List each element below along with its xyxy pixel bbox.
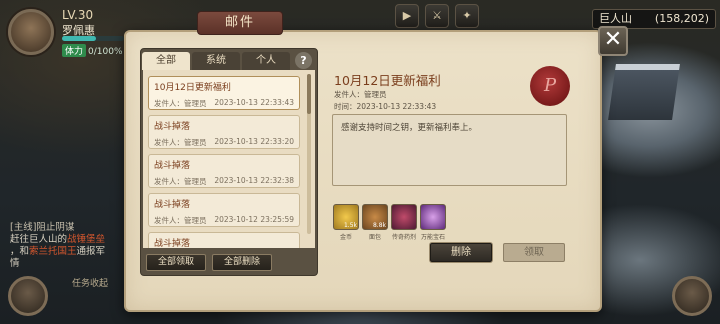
detail-time: 时间：2023-10-13 22:33:43 — [334, 102, 437, 111]
tab-all[interactable]: 全部 — [142, 52, 190, 70]
mail-tabs: 全部 系统 个人 — [142, 52, 290, 70]
gold-coin-icon: 1.5k — [333, 204, 359, 230]
mail-item-title: 战斗掉落 — [154, 161, 191, 171]
quest-title: [主线]阻止阴谋 — [10, 222, 75, 233]
quest-target-fortress[interactable]: 战锤堡垒 — [67, 234, 105, 245]
reward-count: 1.5k — [343, 222, 357, 229]
map-icon[interactable]: ✦ — [455, 4, 479, 28]
quest-text: 通报军 — [76, 246, 106, 257]
mail-item[interactable]: 10月12日更新福利 发件人：管理员 2023-10-13 22:33:43 — [148, 76, 300, 110]
mail-item[interactable]: 战斗掉落 发件人：管理员 2023-10-13 22:33:20 — [148, 115, 300, 149]
detail-meta: 发件人：管理员 时间：2023-10-13 22:33:43 — [334, 89, 436, 113]
player-level: LV.30 — [62, 8, 94, 22]
mail-item-title: 战斗掉落 — [154, 122, 191, 132]
gem-icon — [420, 204, 446, 230]
reward-name: 面包 — [368, 234, 381, 241]
detail-sender: 发件人：管理员 — [334, 90, 387, 99]
mail-item-sender: 发件人：管理员 — [154, 216, 207, 225]
quest-collapse-button[interactable]: 任务收起 — [72, 276, 108, 289]
mail-item-sender: 发件人：管理员 — [154, 177, 207, 186]
mail-item-title: 10月12日更新福利 — [154, 83, 231, 93]
mail-item-title: 战斗掉落 — [154, 200, 191, 210]
location-coords: (158,202) — [654, 12, 709, 25]
battle-icon[interactable]: ⚔ — [425, 4, 449, 28]
mail-item-sender: 发件人：管理员 — [154, 99, 207, 108]
bread-icon: 8.8k — [362, 204, 388, 230]
reward-item[interactable]: 传奇药剂 — [391, 204, 417, 241]
quest-text: ，和 — [10, 246, 30, 257]
delete-button[interactable]: 删除 — [430, 243, 492, 262]
tab-personal[interactable]: 个人 — [242, 52, 290, 70]
help-button[interactable]: ? — [295, 52, 312, 69]
claim-all-button[interactable]: 全部领取 — [146, 254, 206, 271]
snowy-house — [608, 64, 680, 120]
stamina-tag: 体力 — [62, 44, 87, 57]
reward-item[interactable]: 万能宝石 — [420, 204, 446, 241]
mail-item[interactable]: 战斗掉落 — [148, 232, 300, 248]
stamina: 体力 0/100% — [62, 44, 123, 57]
quest-text: 赶往巨人山的 — [10, 234, 68, 245]
mail-list[interactable]: 10月12日更新福利 发件人：管理员 2023-10-13 22:33:43 战斗… — [143, 70, 315, 248]
potion-icon — [391, 204, 417, 230]
mail-title: 邮件 — [197, 11, 283, 35]
quest-panel[interactable]: [主线]阻止阴谋 赶往巨人山的战锤堡垒 ，和索兰托国王通报军 情 — [10, 222, 128, 270]
reward-name: 传奇药剂 — [391, 234, 416, 241]
tab-system[interactable]: 系统 — [192, 52, 240, 70]
top-toolbar: ▶ ⚔ ✦ — [395, 4, 479, 28]
stamina-value: 0/100% — [88, 47, 123, 57]
close-button[interactable]: ✕ — [598, 26, 628, 56]
reward-name: 万能宝石 — [420, 234, 445, 241]
bottom-left-button[interactable] — [8, 276, 48, 316]
mail-item-title: 战斗掉落 — [154, 239, 191, 248]
mail-item[interactable]: 战斗掉落 发件人：管理员 2023-10-13 22:32:38 — [148, 154, 300, 188]
reward-item[interactable]: 1.5k 金币 — [333, 204, 359, 241]
quest-target-king[interactable]: 索兰托国王 — [29, 246, 77, 257]
mail-item-time: 2023-10-13 22:33:20 — [214, 137, 294, 146]
reward-list: 1.5k 金币 8.8k 面包 传奇药剂 万能宝石 — [333, 204, 446, 241]
quest-text: 情 — [10, 258, 20, 269]
reward-item[interactable]: 8.8k 面包 — [362, 204, 388, 241]
mail-item[interactable]: 战斗掉落 发件人：管理员 2023-10-12 23:25:59 — [148, 193, 300, 227]
detail-title: 10月12日更新福利 — [334, 73, 441, 88]
wax-seal-icon: P — [530, 66, 570, 106]
castle-button[interactable] — [672, 276, 712, 316]
mail-item-time: 2023-10-13 22:32:38 — [214, 176, 294, 185]
detail-content: 感谢支持时间之钥，更新福利奉上。 — [332, 114, 567, 186]
mail-item-time: 2023-10-13 22:33:43 — [214, 98, 294, 107]
mail-list-scrollbar[interactable] — [307, 74, 311, 234]
mail-list-actions: 全部领取 全部删除 — [146, 254, 272, 271]
play-icon[interactable]: ▶ — [395, 4, 419, 28]
reward-count: 8.8k — [372, 222, 386, 229]
mail-item-sender: 发件人：管理员 — [154, 138, 207, 147]
claim-button[interactable]: 领取 — [503, 243, 565, 262]
reward-name: 金币 — [339, 234, 352, 241]
player-avatar[interactable] — [8, 9, 54, 55]
mail-item-time: 2023-10-12 23:25:59 — [214, 215, 294, 224]
exp-bar — [62, 36, 124, 41]
delete-all-button[interactable]: 全部删除 — [212, 254, 272, 271]
